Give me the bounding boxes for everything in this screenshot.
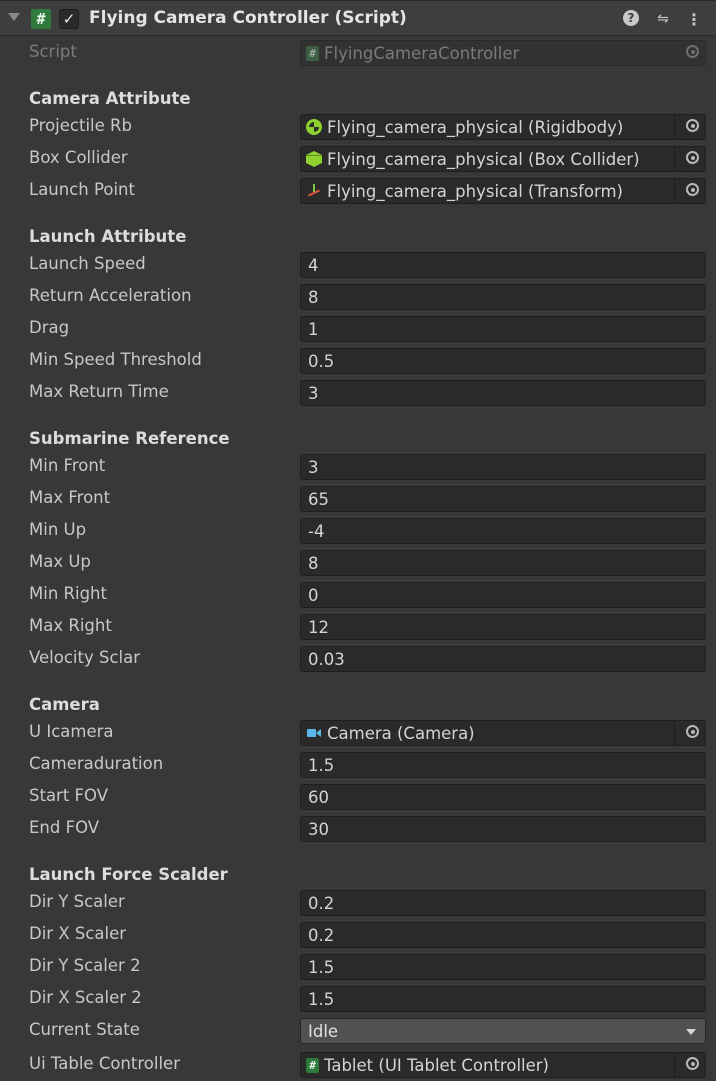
- camera-icon: [306, 725, 322, 741]
- min-up-label: Min Up: [29, 520, 87, 539]
- min-front-input[interactable]: 3: [300, 454, 706, 480]
- field-separator: [674, 1053, 675, 1077]
- max-up-input[interactable]: 8: [300, 550, 706, 576]
- object-picker-icon[interactable]: [686, 183, 699, 196]
- launch-speed-label: Launch Speed: [29, 254, 146, 273]
- field-separator: [674, 115, 675, 139]
- box-collider-value: Flying_camera_physical (Box Collider): [327, 149, 640, 169]
- dir-y-scaler-label: Dir Y Scaler: [29, 892, 125, 911]
- projectile-rb-value: Flying_camera_physical (Rigidbody): [327, 117, 624, 137]
- dir-x-scaler-2-label: Dir X Scaler 2: [29, 988, 142, 1007]
- drag-input[interactable]: 1: [300, 316, 706, 342]
- dir-y-scaler-input[interactable]: 0.2: [300, 890, 706, 916]
- u-icamera-label: U Icamera: [29, 722, 114, 741]
- start-fov-input[interactable]: 60: [300, 784, 706, 810]
- max-front-label: Max Front: [29, 488, 111, 507]
- object-picker-icon[interactable]: [686, 1057, 699, 1070]
- script-field-value: FlyingCameraController: [324, 43, 520, 63]
- current-state-dropdown[interactable]: Idle: [300, 1018, 706, 1044]
- script-field: # FlyingCameraController: [300, 40, 706, 66]
- min-right-label: Min Right: [29, 584, 107, 603]
- section-header-submarine-reference: Submarine Reference: [29, 429, 230, 448]
- dir-y-scaler-2-label: Dir Y Scaler 2: [29, 956, 141, 975]
- field-separator: [674, 147, 675, 171]
- launch-point-label: Launch Point: [29, 180, 135, 199]
- launch-point-value: Flying_camera_physical (Transform): [327, 181, 623, 201]
- end-fov-label: End FOV: [29, 818, 100, 837]
- section-header-camera-attribute: Camera Attribute: [29, 89, 191, 108]
- max-front-input[interactable]: 65: [300, 486, 706, 512]
- ui-table-controller-field[interactable]: # Tablet (UI Tablet Controller): [300, 1052, 706, 1078]
- projectile-rb-label: Projectile Rb: [29, 116, 132, 135]
- object-picker-icon: [686, 45, 699, 58]
- return-acceleration-label: Return Acceleration: [29, 286, 192, 305]
- current-state-label: Current State: [29, 1020, 140, 1039]
- rigidbody-icon: [306, 119, 322, 135]
- max-right-label: Max Right: [29, 616, 112, 635]
- help-icon[interactable]: ?: [623, 10, 639, 26]
- min-speed-threshold-label: Min Speed Threshold: [29, 350, 202, 369]
- dropdown-arrow-icon: [686, 1029, 696, 1035]
- section-header-launch-attribute: Launch Attribute: [29, 227, 187, 246]
- launch-point-field[interactable]: Flying_camera_physical (Transform): [300, 178, 706, 204]
- max-up-label: Max Up: [29, 552, 91, 571]
- box-collider-field[interactable]: Flying_camera_physical (Box Collider): [300, 146, 706, 172]
- drag-label: Drag: [29, 318, 70, 337]
- dir-x-scaler-2-input[interactable]: 1.5: [300, 986, 706, 1012]
- min-right-input[interactable]: 0: [300, 582, 706, 608]
- field-separator: [674, 721, 675, 745]
- max-right-input[interactable]: 12: [300, 614, 706, 640]
- dir-y-scaler-2-input[interactable]: 1.5: [300, 954, 706, 980]
- foldout-arrow-icon[interactable]: [8, 13, 20, 21]
- cameraduration-input[interactable]: 1.5: [300, 752, 706, 778]
- box-collider-label: Box Collider: [29, 148, 128, 167]
- return-acceleration-input[interactable]: 8: [300, 284, 706, 310]
- presets-icon[interactable]: ⇋: [653, 9, 673, 29]
- u-icamera-field[interactable]: Camera (Camera): [300, 720, 706, 746]
- object-picker-icon[interactable]: [686, 119, 699, 132]
- object-picker-icon[interactable]: [686, 725, 699, 738]
- max-return-time-input[interactable]: 3: [300, 380, 706, 406]
- component-header: # ✓ Flying Camera Controller (Script) ? …: [0, 0, 716, 36]
- current-state-value: Idle: [308, 1021, 339, 1041]
- script-file-icon: #: [306, 45, 319, 61]
- enabled-checkbox[interactable]: ✓: [59, 9, 79, 29]
- script-icon: #: [31, 9, 51, 29]
- end-fov-input[interactable]: 30: [300, 816, 706, 842]
- section-header-launch-force-scalder: Launch Force Scalder: [29, 865, 228, 884]
- section-header-camera: Camera: [29, 695, 100, 714]
- transform-icon: [306, 183, 322, 199]
- object-picker-icon[interactable]: [686, 151, 699, 164]
- field-separator: [674, 179, 675, 203]
- min-speed-threshold-input[interactable]: 0.5: [300, 348, 706, 374]
- dir-x-scaler-input[interactable]: 0.2: [300, 922, 706, 948]
- velocity-sclar-input[interactable]: 0.03: [300, 646, 706, 672]
- projectile-rb-field[interactable]: Flying_camera_physical (Rigidbody): [300, 114, 706, 140]
- component-title[interactable]: Flying Camera Controller (Script): [89, 8, 407, 28]
- script-file-icon: #: [306, 1057, 319, 1073]
- max-return-time-label: Max Return Time: [29, 382, 169, 401]
- ui-table-controller-label: Ui Table Controller: [29, 1054, 180, 1073]
- launch-speed-input[interactable]: 4: [300, 252, 706, 278]
- min-front-label: Min Front: [29, 456, 106, 475]
- script-label: Script: [29, 42, 77, 61]
- ui-table-controller-value: Tablet (UI Tablet Controller): [324, 1055, 549, 1075]
- u-icamera-value: Camera (Camera): [327, 723, 475, 743]
- more-options-icon[interactable]: ⋮: [684, 9, 704, 29]
- min-up-input[interactable]: -4: [300, 518, 706, 544]
- start-fov-label: Start FOV: [29, 786, 109, 805]
- velocity-sclar-label: Velocity Sclar: [29, 648, 140, 667]
- cameraduration-label: Cameraduration: [29, 754, 164, 773]
- dir-x-scaler-label: Dir X Scaler: [29, 924, 127, 943]
- box-collider-icon: [306, 151, 322, 167]
